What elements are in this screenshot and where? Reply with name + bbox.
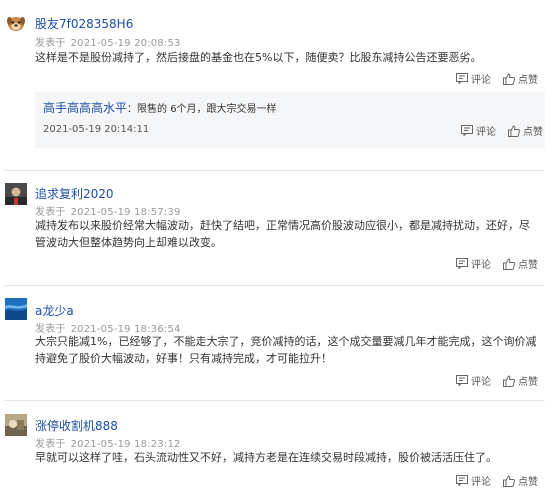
comment-icon: [456, 475, 468, 486]
like-button[interactable]: 点赞: [503, 373, 538, 388]
avatar[interactable]: [5, 12, 27, 34]
comment-item: 涨停收割机888 发表于 2021-05-19 18:23:12 早就可以这样了哇…: [0, 401, 550, 491]
reply-text: ：限售的 6个月，跟大宗交易一样: [127, 104, 277, 115]
wave-avatar-icon: [5, 298, 27, 320]
comment-text: 这样是不是股份减持了，然后接盘的基金也在5%以下，随便卖？比股东减持公告还要恶劣…: [35, 51, 482, 64]
thumbs-up-icon: [503, 72, 515, 85]
post-meta: 发表于 2021-05-19 18:23:12: [35, 435, 181, 450]
like-button[interactable]: 点赞: [503, 256, 538, 271]
like-button[interactable]: 点赞: [503, 71, 538, 86]
reply-like-button[interactable]: 点赞: [508, 123, 543, 138]
avatar[interactable]: [5, 298, 27, 320]
comment-icon: [456, 258, 468, 269]
username-link[interactable]: 追求复利2020: [35, 185, 114, 202]
username-link[interactable]: a龙少a: [35, 302, 74, 319]
post-meta: 发表于 2021-05-19 18:57:39: [35, 203, 181, 218]
thumbs-up-icon: [503, 257, 515, 270]
reply-actions: 评论 点赞: [449, 123, 543, 138]
comment-item: a龙少a 发表于 2021-05-19 18:36:54 大宗只能减1%，已经够了…: [0, 286, 550, 400]
comment-button[interactable]: 评论: [456, 373, 491, 388]
username-link[interactable]: 涨停收割机888: [35, 417, 118, 434]
avatar[interactable]: [5, 414, 27, 436]
reply-box: 高手高高高水平：限售的 6个月，跟大宗交易一样 2021-05-19 20:14…: [35, 92, 545, 148]
like-label: 点赞: [518, 377, 538, 388]
like-label: 点赞: [518, 260, 538, 271]
comment-label: 评论: [471, 477, 491, 488]
comment-actions: 评论 点赞: [444, 373, 538, 388]
like-label: 点赞: [523, 127, 543, 138]
dog-avatar-icon: [5, 12, 27, 34]
thumbs-up-icon: [503, 374, 515, 387]
username-link[interactable]: 股友7f028358H6: [35, 15, 133, 32]
post-meta: 发表于 2021-05-19 20:08:53: [35, 34, 181, 49]
reply-username-link[interactable]: 高手高高高水平: [43, 101, 127, 115]
comment-text: 大宗只能减1%，已经够了，不能走大宗了，竞价减持的话，这个成交量要减几年才能完成…: [35, 335, 537, 365]
comment-text: 早就可以这样了哇，石头流动性又不好，减持方老是在连续交易时段减持，股价被活活压住…: [35, 451, 497, 464]
comment-item: 股友7f028358H6 发表于 2021-05-19 20:08:53 这样是不…: [0, 0, 550, 172]
reply-time: 2021-05-19 20:14:11: [43, 124, 150, 135]
person-avatar-icon: [5, 183, 27, 205]
comment-icon: [456, 73, 468, 84]
thumbs-up-icon: [503, 474, 515, 487]
avatar[interactable]: [5, 183, 27, 205]
comment-actions: 评论 点赞: [444, 256, 538, 271]
like-label: 点赞: [518, 75, 538, 86]
comment-text: 减持发布以来股价经常大幅波动，赶快了结吧，正常情况高价股波动应很小，都是减持扰动…: [35, 219, 530, 249]
reply-line: 高手高高高水平：限售的 6个月，跟大宗交易一样: [43, 99, 277, 116]
comment-button[interactable]: 评论: [456, 473, 491, 488]
comment-button[interactable]: 评论: [456, 71, 491, 86]
comment-actions: 评论 点赞: [444, 71, 538, 86]
post-time: 2021-05-19 20:08:53: [70, 38, 181, 49]
comment-label: 评论: [471, 377, 491, 388]
comment-icon: [456, 375, 468, 386]
comment-icon: [461, 125, 473, 136]
comment-label: 评论: [476, 127, 496, 138]
thumbs-up-icon: [508, 124, 520, 137]
comment-actions: 评论 点赞: [444, 473, 538, 488]
comment-button[interactable]: 评论: [456, 256, 491, 271]
comment-item: 追求复利2020 发表于 2021-05-19 18:57:39 减持发布以来股价…: [0, 171, 550, 285]
like-button[interactable]: 点赞: [503, 473, 538, 488]
comment-label: 评论: [471, 260, 491, 271]
like-label: 点赞: [518, 477, 538, 488]
reply-comment-button[interactable]: 评论: [461, 123, 496, 138]
posted-label: 发表于: [35, 38, 66, 49]
comment-label: 评论: [471, 75, 491, 86]
landscape-avatar-icon: [5, 414, 27, 436]
